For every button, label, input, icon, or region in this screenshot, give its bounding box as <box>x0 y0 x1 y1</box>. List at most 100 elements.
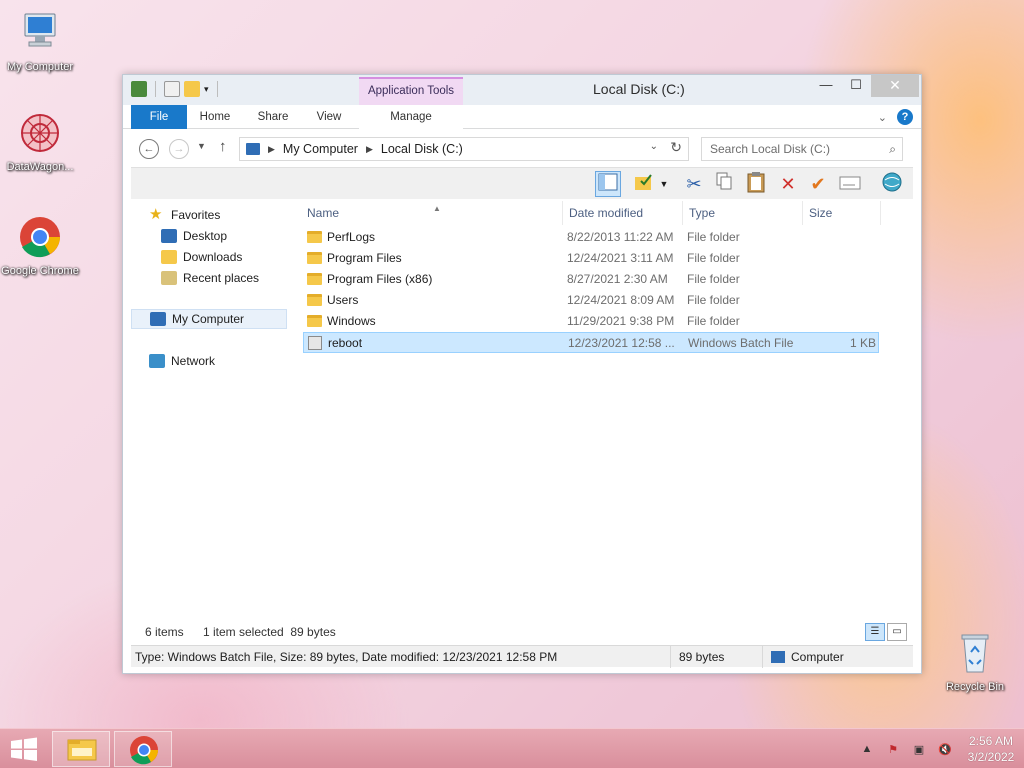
network-status-icon[interactable]: ▣ <box>910 743 928 756</box>
nav-label: Downloads <box>183 250 243 264</box>
cut-icon[interactable]: ✂ <box>681 171 707 197</box>
details-size: 89 bytes <box>675 646 763 668</box>
details-view-icon[interactable]: ☰ <box>865 623 885 641</box>
folder-options-dropdown-icon[interactable]: ▼ <box>657 171 671 197</box>
customize-qat-icon[interactable]: ▾ <box>204 84 209 95</box>
nav-my-computer[interactable]: My Computer <box>131 309 287 329</box>
tab-view[interactable]: View <box>309 105 349 129</box>
breadcrumb-my-computer[interactable]: My Computer <box>283 142 358 156</box>
help-icon[interactable]: ? <box>897 109 913 125</box>
nav-label: Network <box>171 354 216 368</box>
file-date: 12/23/2021 12:58 ... <box>568 336 675 350</box>
file-name: PerfLogs <box>327 230 376 244</box>
computer-icon <box>771 651 785 663</box>
start-button[interactable] <box>0 729 48 768</box>
copy-icon[interactable] <box>711 171 737 197</box>
column-header-type[interactable]: Type <box>683 201 803 225</box>
tab-home[interactable]: Home <box>191 105 239 129</box>
search-input[interactable]: Search Local Disk (C:) ⌕ <box>701 137 903 161</box>
quick-access-toolbar: ▾ <box>131 81 222 97</box>
file-date: 8/22/2013 11:22 AM <box>567 230 674 244</box>
paste-icon[interactable] <box>743 171 769 197</box>
properties-icon[interactable] <box>164 81 180 97</box>
breadcrumb-local-disk[interactable]: Local Disk (C:) <box>381 142 463 156</box>
back-button[interactable]: ← <box>139 139 159 159</box>
volume-muted-icon[interactable]: 🔇 <box>936 743 954 756</box>
file-row[interactable]: PerfLogs 8/22/2013 11:22 AM File folder <box>303 227 879 248</box>
refresh-icon[interactable]: ↻ <box>670 139 682 156</box>
nav-label: Recent places <box>183 271 260 285</box>
tab-file[interactable]: File <box>131 105 187 129</box>
folder-icon <box>307 315 322 327</box>
file-size: 1 KB <box>849 336 876 350</box>
desktop-icon-google-chrome[interactable]: Google Chrome <box>0 214 80 278</box>
desktop-icon-datawagon[interactable]: DataWagon... <box>0 110 80 174</box>
tab-share[interactable]: Share <box>251 105 295 129</box>
expand-ribbon-icon[interactable]: ⌄ <box>878 111 887 124</box>
nav-recent-places[interactable]: Recent places <box>161 268 259 288</box>
folder-options-icon[interactable] <box>631 171 657 197</box>
navigation-pane: ★ Favorites Desktop Downloads Recent pla… <box>131 201 287 613</box>
nav-downloads[interactable]: Downloads <box>161 247 242 267</box>
action-center-flag-icon[interactable]: ⚑ <box>884 743 902 756</box>
new-folder-icon[interactable] <box>184 81 200 97</box>
network-globe-icon[interactable] <box>879 171 905 197</box>
folder-icon <box>307 273 322 285</box>
title-bar[interactable]: ▾ Application Tools Local Disk (C:) — ☐ … <box>123 75 921 105</box>
forward-button[interactable]: → <box>169 139 189 159</box>
breadcrumb-separator[interactable]: ▶ <box>366 144 373 155</box>
address-bar[interactable]: ▶ My Computer ▶ Local Disk (C:) ⌄ ↻ <box>239 137 689 161</box>
explorer-window[interactable]: ▾ Application Tools Local Disk (C:) — ☐ … <box>122 74 922 674</box>
clock[interactable]: 2:56 AM 3/2/2022 <box>958 733 1024 765</box>
address-dropdown-icon[interactable]: ⌄ <box>650 141 658 152</box>
view-toggles: ☰ ▭ <box>865 623 907 641</box>
search-icon[interactable]: ⌕ <box>889 138 896 160</box>
nav-desktop[interactable]: Desktop <box>161 226 227 246</box>
maximize-button[interactable]: ☐ <box>843 75 869 97</box>
network-icon <box>149 354 165 368</box>
large-icons-view-icon[interactable]: ▭ <box>887 623 907 641</box>
up-button[interactable]: ↑ <box>219 138 227 155</box>
file-row-selected[interactable]: reboot 12/23/2021 12:58 ... Windows Batc… <box>303 332 879 353</box>
taskbar-google-chrome[interactable] <box>114 731 172 767</box>
sort-ascending-icon: ▲ <box>433 204 441 213</box>
desktop-icon-recycle-bin[interactable]: Recycle Bin <box>935 630 1015 694</box>
file-row[interactable]: Program Files 12/24/2021 3:11 AM File fo… <box>303 248 879 269</box>
tab-manage[interactable]: Manage <box>359 105 463 129</box>
desktop-icon-my-computer[interactable]: My Computer <box>0 10 80 74</box>
file-row[interactable]: Program Files (x86) 8/27/2021 2:30 AM Fi… <box>303 269 879 290</box>
close-button[interactable]: ✕ <box>871 75 919 97</box>
file-type: File folder <box>687 251 740 265</box>
file-row[interactable]: Users 12/24/2021 8:09 AM File folder <box>303 290 879 311</box>
nav-network[interactable]: Network <box>149 351 215 371</box>
file-date: 12/24/2021 8:09 AM <box>567 293 675 307</box>
desktop-icon-label: Google Chrome <box>1 265 79 277</box>
ribbon-right-controls: ⌄ ? <box>878 109 913 125</box>
file-list: Name ▲ Date modified Type Size PerfLogs … <box>295 201 915 613</box>
star-icon: ★ <box>149 206 163 223</box>
file-name: Users <box>327 293 359 307</box>
column-header-name[interactable]: Name ▲ <box>301 201 563 225</box>
details-location-label: Computer <box>791 650 844 664</box>
file-date: 11/29/2021 9:38 PM <box>567 314 675 328</box>
clock-date: 3/2/2022 <box>967 750 1015 764</box>
breadcrumb-separator[interactable]: ▶ <box>268 144 275 155</box>
layout-pane-icon[interactable] <box>595 171 621 197</box>
nav-favorites[interactable]: ★ Favorites <box>149 205 220 225</box>
column-header-size[interactable]: Size <box>803 201 881 225</box>
file-row[interactable]: Windows 11/29/2021 9:38 PM File folder <box>303 311 879 332</box>
show-hidden-icons[interactable]: ▲ <box>858 743 876 755</box>
column-label: Type <box>689 206 716 220</box>
minimize-button[interactable]: — <box>813 75 839 97</box>
details-location: Computer <box>767 646 907 668</box>
rename-icon[interactable] <box>837 171 863 197</box>
file-type: File folder <box>687 230 740 244</box>
file-name: Program Files (x86) <box>327 272 433 286</box>
selection-info: 1 item selected 89 bytes <box>203 625 336 639</box>
recent-locations-dropdown[interactable]: ▼ <box>197 141 206 151</box>
properties-check-icon[interactable]: ✔ <box>805 171 831 197</box>
recycle-bin-icon <box>952 630 998 676</box>
column-header-date[interactable]: Date modified <box>563 201 683 225</box>
taskbar-file-explorer[interactable] <box>52 731 110 767</box>
delete-icon[interactable]: ✕ <box>775 171 801 197</box>
